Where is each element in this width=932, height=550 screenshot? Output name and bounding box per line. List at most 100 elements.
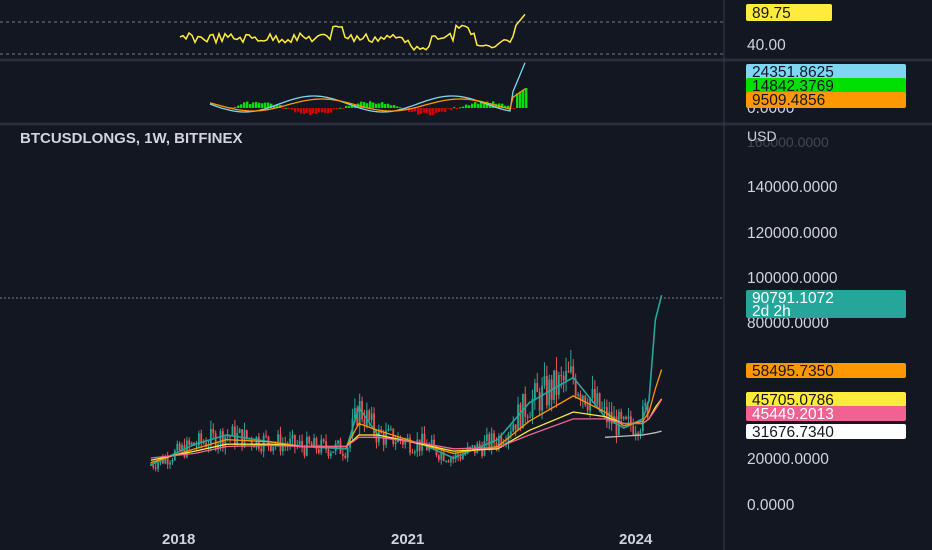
macd-histogram-bar — [336, 108, 339, 109]
candle-body — [461, 454, 464, 460]
candle-body — [509, 431, 512, 434]
macd-histogram-bar — [393, 105, 396, 108]
price-tag-2: 58495.7350 — [752, 363, 834, 380]
candle-body — [152, 465, 155, 468]
macd-histogram-bar — [441, 108, 444, 112]
macd-histogram-bar — [396, 106, 399, 108]
candle-body — [526, 416, 529, 418]
macd-histogram-bar — [450, 108, 453, 111]
macd-histogram-bar — [417, 108, 420, 115]
candle-body — [625, 416, 627, 419]
candle-body — [303, 447, 306, 456]
x-axis-label-2024: 2024 — [619, 531, 653, 548]
candle-body — [317, 449, 320, 453]
candle-body — [593, 388, 596, 405]
macd-histogram-bar — [330, 108, 333, 113]
macd-histogram-bar — [438, 108, 441, 112]
candle-body — [586, 404, 589, 411]
candle-body — [291, 434, 294, 439]
candle-body — [541, 385, 543, 411]
candle-body — [332, 451, 335, 453]
macd-histogram-bar — [243, 102, 246, 108]
macd-histogram-bar — [309, 108, 312, 116]
candle-body — [553, 370, 555, 400]
candle-body — [382, 433, 385, 445]
candle-body — [562, 375, 565, 381]
candle-body — [459, 456, 462, 460]
candle-body — [188, 440, 191, 445]
macd-histogram-bar — [324, 108, 327, 114]
candle-body — [411, 452, 414, 454]
candle-body — [555, 370, 558, 395]
candle-body — [644, 402, 647, 407]
candle-body — [536, 383, 539, 393]
candle-body — [577, 394, 579, 396]
axis-label-120000: 120000.0000 — [747, 225, 838, 242]
macd-histogram-bar — [390, 105, 393, 108]
macd-histogram-bar — [318, 108, 321, 113]
macd-histogram-bar — [432, 108, 435, 116]
macd-histogram-bar — [327, 108, 330, 114]
macd-histogram-bar — [522, 89, 525, 108]
candle-body — [245, 430, 248, 439]
candle-body — [171, 460, 174, 463]
macd-tag-3: 9509.4856 — [752, 92, 825, 109]
candle-body — [260, 448, 263, 452]
chart-title: BTCUSDLONGS, 1W, BITFINEX — [20, 130, 243, 147]
macd-histogram-bar — [300, 108, 303, 114]
macd-histogram-bar — [468, 105, 471, 108]
candle-body — [298, 441, 301, 445]
macd-histogram-bar — [513, 108, 516, 109]
candle-body — [591, 388, 594, 398]
macd-histogram-bar — [372, 102, 375, 108]
series-line-3 — [150, 399, 663, 459]
macd-histogram-bar — [291, 108, 294, 110]
candle-body — [341, 453, 344, 456]
x-axis-label-2018: 2018 — [162, 531, 195, 548]
macd-histogram-bar — [459, 107, 462, 109]
macd-histogram-bar — [303, 108, 306, 114]
macd-histogram-bar — [423, 108, 426, 113]
rsi-layer — [179, 13, 526, 52]
candle-body — [166, 457, 169, 465]
axis-label-100000: 100000.0000 — [747, 270, 838, 287]
macd-histogram-bar — [381, 102, 384, 108]
candle-body — [157, 462, 159, 469]
axis-label-20000: 20000.0000 — [747, 451, 829, 468]
macd-histogram-bar — [477, 103, 480, 108]
candle-body — [313, 437, 315, 447]
rsi-value-tag: 89.75 — [752, 5, 791, 22]
macd-histogram-bar — [339, 107, 342, 109]
macd-histogram-bar — [447, 108, 450, 109]
axis-label-160000: 160000.0000 — [747, 134, 829, 150]
candle-body — [370, 413, 373, 421]
candle-body — [519, 404, 522, 429]
candle-body — [565, 370, 567, 381]
candle-body — [447, 460, 450, 463]
macd-histogram-bar — [435, 108, 438, 114]
candle-body — [545, 376, 548, 406]
macd-histogram-bar — [255, 101, 258, 108]
macd-layer — [209, 62, 528, 116]
candle-body — [392, 428, 395, 445]
candle-body — [183, 445, 186, 458]
candle-body — [620, 411, 623, 419]
macd-histogram-bar — [261, 103, 264, 108]
candle-body — [449, 458, 452, 463]
candle-body — [195, 445, 198, 447]
candle-body — [176, 443, 179, 451]
candle-body — [622, 416, 625, 419]
candle-body — [445, 460, 447, 462]
candle-body — [514, 424, 517, 430]
candle-body — [423, 433, 426, 444]
candle-body — [231, 426, 234, 437]
candle-body — [543, 376, 546, 386]
macd-histogram-bar — [369, 101, 372, 108]
candle-body — [485, 434, 488, 441]
candle-body — [178, 443, 181, 451]
macd-histogram-bar — [399, 107, 402, 109]
candle-body — [267, 436, 270, 445]
macd-histogram-bar — [444, 108, 447, 113]
candle-body — [538, 392, 541, 411]
macd-histogram-bar — [333, 108, 336, 110]
